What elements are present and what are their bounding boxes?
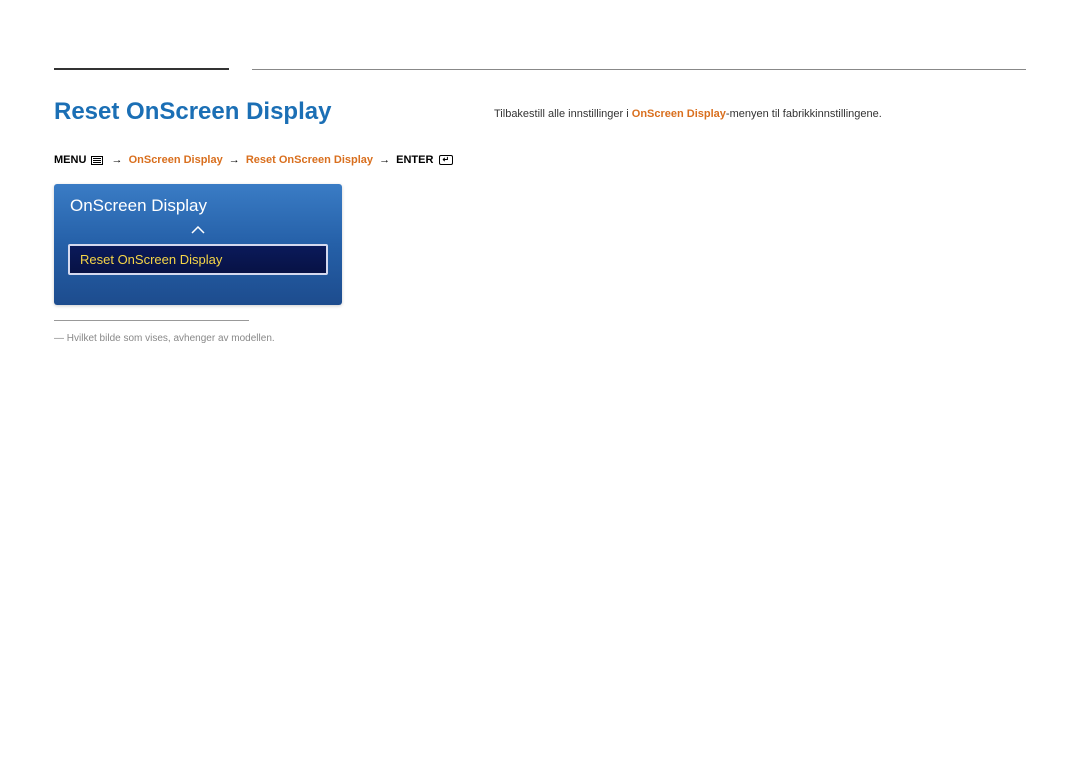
arrow-icon: → [229,154,240,166]
menu-item-label: Reset OnScreen Display [70,246,326,273]
chevron-up-icon[interactable] [54,224,342,244]
breadcrumb-menu-label: MENU [54,154,86,166]
menu-item-reset[interactable]: Reset OnScreen Display [68,244,328,275]
header-rule-right [252,69,1026,70]
arrow-icon: → [112,154,123,166]
menu-icon [91,156,103,165]
description-text: Tilbakestill alle innstillinger i OnScre… [494,106,1026,123]
breadcrumb-enter-label: ENTER [396,154,433,166]
menu-box-title: OnScreen Display [54,184,342,224]
right-column: Tilbakestill alle innstillinger i OnScre… [494,98,1026,344]
breadcrumb: MENU → OnScreen Display → Reset OnScreen… [54,154,454,166]
header-rule-left [54,68,229,70]
description-before: Tilbakestill alle innstillinger i [494,108,632,120]
description-highlighted: OnScreen Display [632,108,726,120]
footnote-rule [54,320,249,321]
arrow-icon: → [379,154,390,166]
breadcrumb-path-1: OnScreen Display [129,154,223,166]
left-column: Reset OnScreen Display MENU → OnScreen D… [54,98,454,344]
breadcrumb-path-2: Reset OnScreen Display [246,154,373,166]
enter-icon [439,155,453,165]
section-title: Reset OnScreen Display [54,98,454,126]
onscreen-display-menu: OnScreen Display Reset OnScreen Display [54,184,342,305]
footnote: ― Hvilket bilde som vises, avhenger av m… [54,333,454,344]
description-after: -menyen til fabrikkinnstillingene. [726,108,882,120]
